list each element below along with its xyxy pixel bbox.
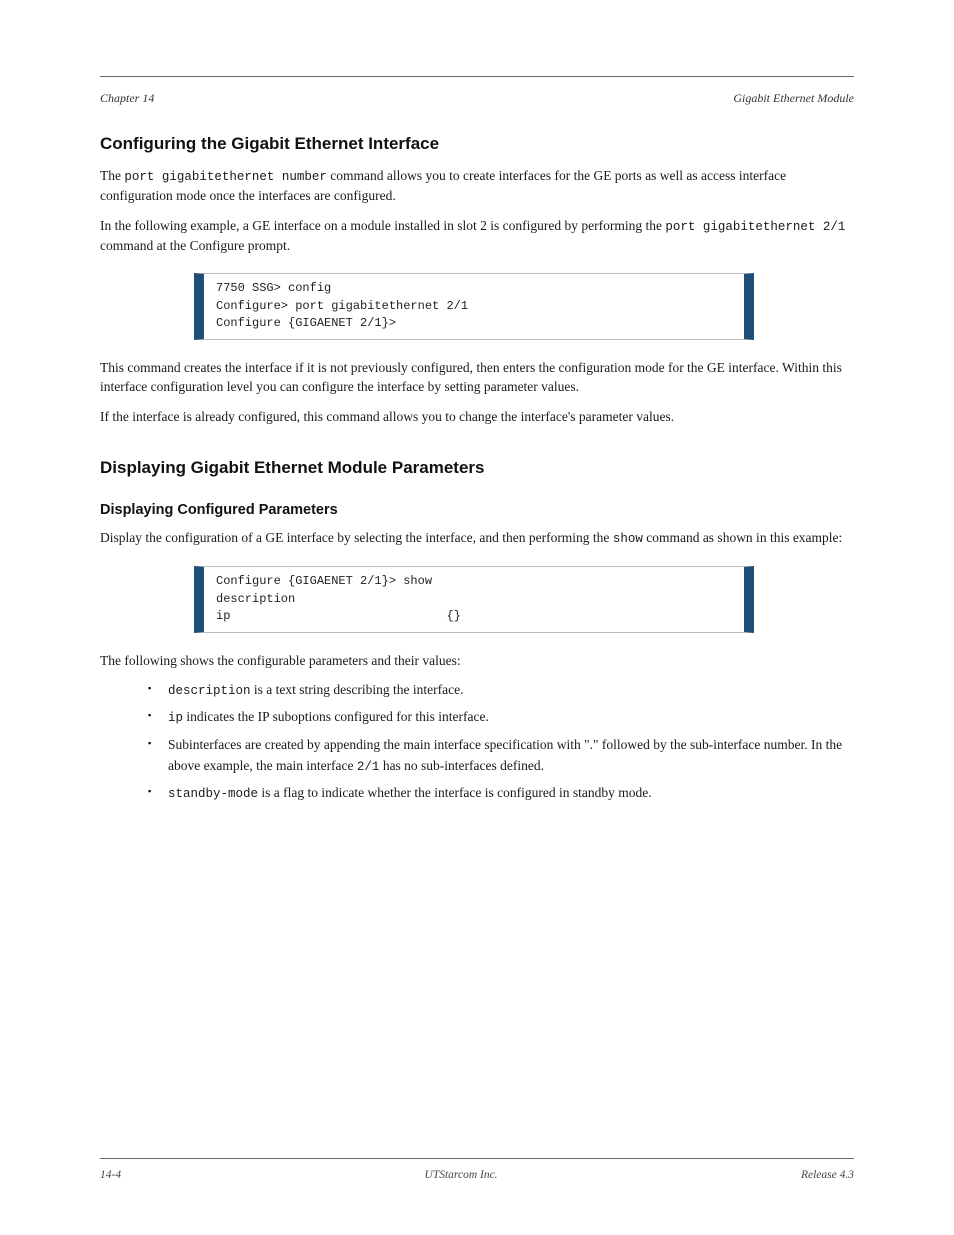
cmd-port-ge-number: port gigabitethernet number: [124, 170, 327, 184]
cmd-show: show: [613, 532, 643, 546]
footer-page-num: 14-4: [100, 1169, 121, 1181]
code-block-1-wrap: 7750 SSG> config Configure> port gigabit…: [194, 273, 754, 339]
cmd-port-ge-2-1: port gigabitethernet 2/1: [665, 220, 845, 234]
running-header: Chapter 14 Gigabit Ethernet Module: [100, 91, 854, 106]
para-display-2: The following shows the configurable par…: [100, 651, 854, 671]
footer-line: 14-4 UTStarcom Inc. Release 4.3: [100, 1169, 854, 1181]
section-title-configuring: Configuring the Gigabit Ethernet Interfa…: [100, 134, 854, 154]
subsection-title-configured: Displaying Configured Parameters: [100, 502, 854, 518]
page: Chapter 14 Gigabit Ethernet Module Confi…: [0, 0, 954, 867]
header-left: Chapter 14: [100, 91, 154, 106]
bullet-subinterfaces: Subinterfaces are created by appending t…: [148, 735, 854, 777]
para-intro-3: This command creates the interface if it…: [100, 358, 854, 397]
footer-company: UTStarcom Inc.: [425, 1169, 498, 1181]
bullet-ip: ip indicates the IP suboptions configure…: [148, 707, 854, 728]
para-intro-1: The port gigabitethernet number command …: [100, 166, 854, 206]
bullet-list: description is a text string describing …: [148, 680, 854, 804]
footer: 14-4 UTStarcom Inc. Release 4.3: [100, 1158, 854, 1181]
code-block-config: 7750 SSG> config Configure> port gigabit…: [194, 273, 754, 339]
param-standby-mode: standby-mode: [168, 787, 258, 801]
param-ip: ip: [168, 711, 183, 725]
footer-rule: [100, 1158, 854, 1159]
section-title-displaying: Displaying Gigabit Ethernet Module Param…: [100, 458, 854, 478]
para-intro-4: If the interface is already configured, …: [100, 407, 854, 427]
footer-release: Release 4.3: [801, 1169, 854, 1181]
para-display-1: Display the configuration of a GE interf…: [100, 528, 854, 548]
param-description: description: [168, 684, 251, 698]
para-intro-2: In the following example, a GE interface…: [100, 216, 854, 256]
spacer: [100, 490, 854, 502]
bullet-standby: standby-mode is a flag to indicate wheth…: [148, 783, 854, 804]
code-block-2-wrap: Configure {GIGAENET 2/1}> show descripti…: [194, 566, 754, 632]
param-2-1: 2/1: [357, 760, 380, 774]
header-right: Gigabit Ethernet Module: [733, 91, 854, 106]
code-block-show: Configure {GIGAENET 2/1}> show descripti…: [194, 566, 754, 632]
header-rule: [100, 76, 854, 77]
spacer: [100, 436, 854, 458]
bullet-description: description is a text string describing …: [148, 680, 854, 701]
